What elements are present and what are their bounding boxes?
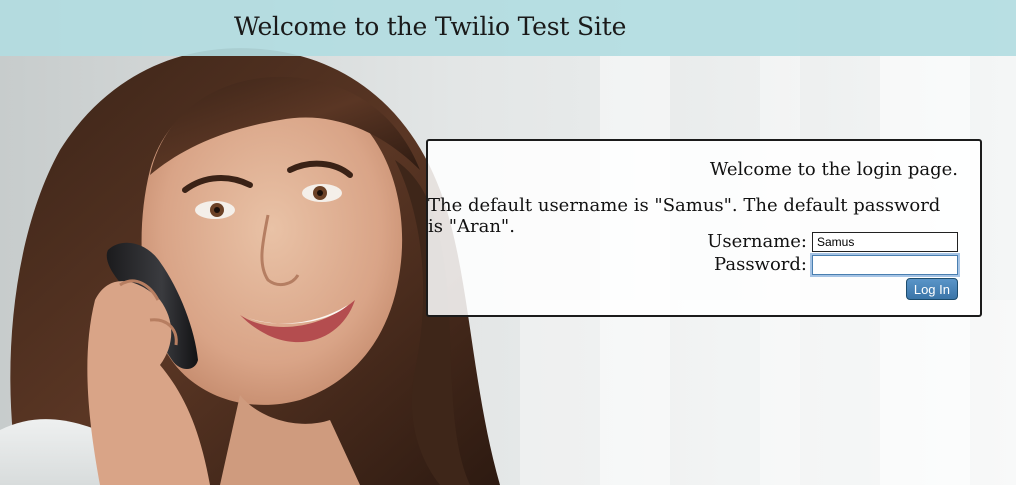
password-input[interactable] <box>812 254 958 275</box>
username-row: Username: <box>707 231 958 252</box>
site-title: Welcome to the Twilio Test Site <box>234 12 627 41</box>
username-label: Username: <box>707 231 807 252</box>
login-panel: Welcome to the login page. The default u… <box>426 139 982 317</box>
password-label: Password: <box>714 254 807 275</box>
username-input[interactable] <box>812 231 958 252</box>
login-button[interactable]: Log In <box>905 278 958 300</box>
password-row: Password: <box>714 254 958 275</box>
site-header-bar: Welcome to the Twilio Test Site <box>0 0 1016 56</box>
login-welcome-text: Welcome to the login page. <box>709 159 958 180</box>
